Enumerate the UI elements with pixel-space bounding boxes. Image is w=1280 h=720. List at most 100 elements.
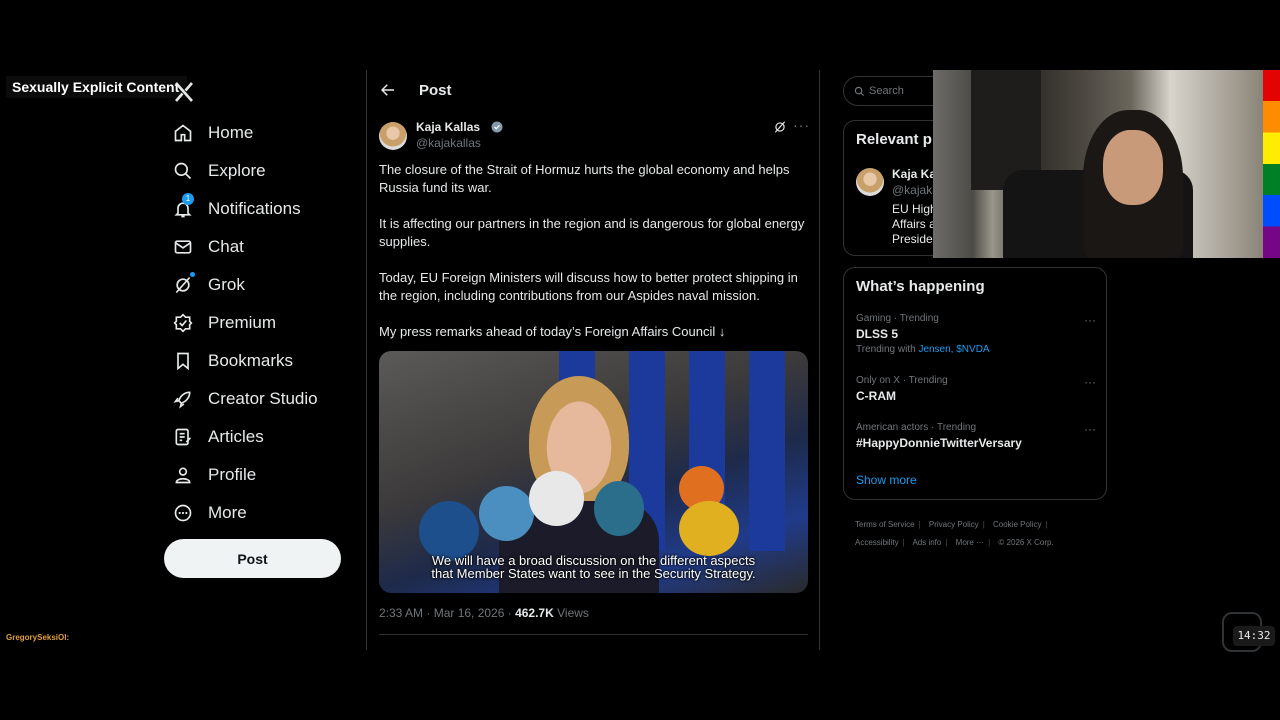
sidebar-item-label: Creator Studio xyxy=(208,389,318,408)
sidebar-item-explore[interactable]: Explore xyxy=(172,152,352,190)
back-arrow-icon[interactable] xyxy=(379,81,397,99)
views-label: Views xyxy=(553,606,589,620)
footer-links: Terms of Service | Privacy Policy | Cookie… xyxy=(855,520,1054,547)
sidebar-nav: Home Explore 1 Notifications Chat Grok P… xyxy=(172,114,352,532)
trend-meta: Only on X · Trending xyxy=(856,375,948,386)
more-options-icon[interactable]: ··· xyxy=(1084,375,1096,389)
microphone xyxy=(594,481,644,536)
tweet-timestamp[interactable]: 2:33 AM · Mar 16, 2026 · xyxy=(379,606,515,620)
show-more-link[interactable]: Show more xyxy=(856,473,917,487)
more-options-icon[interactable]: ··· xyxy=(793,117,810,133)
post-header: Post xyxy=(367,70,819,110)
grok-new-dot xyxy=(190,272,195,277)
post-detail: Post Kaja Kallas @kajakallas ··· The clo… xyxy=(366,70,820,650)
bookmark-icon xyxy=(172,350,194,372)
person-icon xyxy=(172,464,194,486)
trend-related-links[interactable]: Jensen, $NVDA xyxy=(918,344,989,355)
eu-flag xyxy=(749,351,785,551)
trend-meta: American actors · Trending xyxy=(856,422,977,433)
sidebar-item-premium[interactable]: Premium xyxy=(172,304,352,342)
sidebar-item-creator-studio[interactable]: Creator Studio xyxy=(172,380,352,418)
mail-icon xyxy=(172,236,194,258)
more-circle-icon xyxy=(172,502,194,524)
tweet-paragraph: Today, EU Foreign Ministers will discuss… xyxy=(379,270,798,303)
sidebar-item-label: Profile xyxy=(208,465,257,484)
premium-icon xyxy=(172,312,194,334)
sidebar-item-chat[interactable]: Chat xyxy=(172,228,352,266)
clock-display: 14:32 xyxy=(1233,626,1275,646)
sidebar-item-bookmarks[interactable]: Bookmarks xyxy=(172,342,352,380)
notification-badge: 1 xyxy=(182,193,194,205)
footer-link[interactable]: More ··· xyxy=(956,538,984,547)
tweet-author: Kaja Kallas @kajakallas ··· xyxy=(379,117,810,152)
person-name[interactable]: Kaja Ka xyxy=(892,167,936,181)
sidebar-item-label: Notifications xyxy=(208,199,301,218)
tweet-paragraph: The closure of the Strait of Hormuz hurt… xyxy=(379,162,790,195)
sidebar-item-label: Grok xyxy=(208,275,245,294)
sidebar-item-label: Bookmarks xyxy=(208,351,294,370)
trend-item[interactable]: Only on X · Trending C-RAM ··· xyxy=(856,375,1096,403)
search-placeholder: Search xyxy=(869,85,904,97)
trend-name: C-RAM xyxy=(856,389,896,403)
sidebar-item-home[interactable]: Home xyxy=(172,114,352,152)
trend-name: #HappyDonnieTwitterVersary xyxy=(856,436,1022,450)
content-warning-label: Sexually Explicit Content xyxy=(6,76,188,98)
footer-link[interactable]: Privacy Policy xyxy=(929,520,979,529)
rainbow-flag xyxy=(1263,70,1280,258)
footer-link[interactable]: Accessibility xyxy=(855,538,899,547)
footer-link[interactable]: Cookie Policy xyxy=(993,520,1041,529)
trend-item[interactable]: American actors · Trending #HappyDonnieT… xyxy=(856,422,1096,450)
trend-meta: Gaming · Trending xyxy=(856,313,939,324)
sidebar-item-label: Premium xyxy=(208,313,277,332)
person-handle[interactable]: @kajaka xyxy=(892,183,939,197)
sidebar-item-more[interactable]: More xyxy=(172,494,352,532)
views-count: 462.7K xyxy=(515,606,554,620)
search-icon xyxy=(172,160,194,182)
sidebar-item-grok[interactable]: Grok xyxy=(172,266,352,304)
streamer-tag: GregorySeksiOl: xyxy=(6,633,70,642)
microphone xyxy=(529,471,584,526)
footer-link[interactable]: Ads info xyxy=(912,538,941,547)
webcam-face xyxy=(1103,130,1163,205)
sidebar-item-notifications[interactable]: 1 Notifications xyxy=(172,190,352,228)
page-title: Post xyxy=(419,81,452,99)
more-options-icon[interactable]: ··· xyxy=(1084,313,1096,327)
microphone xyxy=(679,501,739,556)
microphone xyxy=(419,501,479,561)
sidebar-item-articles[interactable]: Articles xyxy=(172,418,352,456)
video-caption-line: that Member States want to see in the Se… xyxy=(431,566,756,581)
tweet-video[interactable]: We will have a broad discussion on the d… xyxy=(379,351,808,593)
author-handle[interactable]: @kajakallas xyxy=(416,136,481,150)
card-title: Relevant p xyxy=(856,131,932,148)
post-button[interactable]: Post xyxy=(164,539,341,578)
trend-item[interactable]: Gaming · Trending DLSS 5 Trending with J… xyxy=(856,313,1096,355)
divider xyxy=(379,634,808,635)
sidebar-item-label: Articles xyxy=(208,427,264,446)
sidebar-item-label: More xyxy=(208,503,247,522)
grok-icon[interactable] xyxy=(773,120,787,134)
footer-link[interactable]: Terms of Service xyxy=(855,520,915,529)
webcam-overlay xyxy=(933,70,1263,258)
avatar[interactable] xyxy=(856,168,884,196)
tweet-paragraph: My press remarks ahead of today’s Foreig… xyxy=(379,324,726,339)
tweet-meta: 2:33 AM · Mar 16, 2026 · 462.7K Views xyxy=(379,606,589,620)
trend-name: DLSS 5 xyxy=(856,327,899,341)
search-icon xyxy=(854,86,865,96)
sidebar-item-label: Explore xyxy=(208,161,266,180)
whats-happening-card: What’s happening Gaming · Trending DLSS … xyxy=(843,267,1107,500)
articles-icon xyxy=(172,426,194,448)
x-logo-icon[interactable] xyxy=(172,80,196,104)
tweet-text: The closure of the Strait of Hormuz hurt… xyxy=(379,161,807,359)
microphone xyxy=(479,486,534,541)
more-options-icon[interactable]: ··· xyxy=(1084,422,1096,436)
sidebar-item-profile[interactable]: Profile xyxy=(172,456,352,494)
sidebar-item-label: Home xyxy=(208,123,254,142)
avatar[interactable] xyxy=(379,122,407,150)
card-title: What’s happening xyxy=(856,278,985,295)
sidebar-item-label: Chat xyxy=(208,237,244,256)
grok-icon xyxy=(172,274,194,296)
author-name[interactable]: Kaja Kallas xyxy=(416,120,480,134)
trend-related: Trending with Jensen, $NVDA xyxy=(856,344,990,355)
verified-badge-icon xyxy=(491,121,503,133)
home-icon xyxy=(172,122,194,144)
